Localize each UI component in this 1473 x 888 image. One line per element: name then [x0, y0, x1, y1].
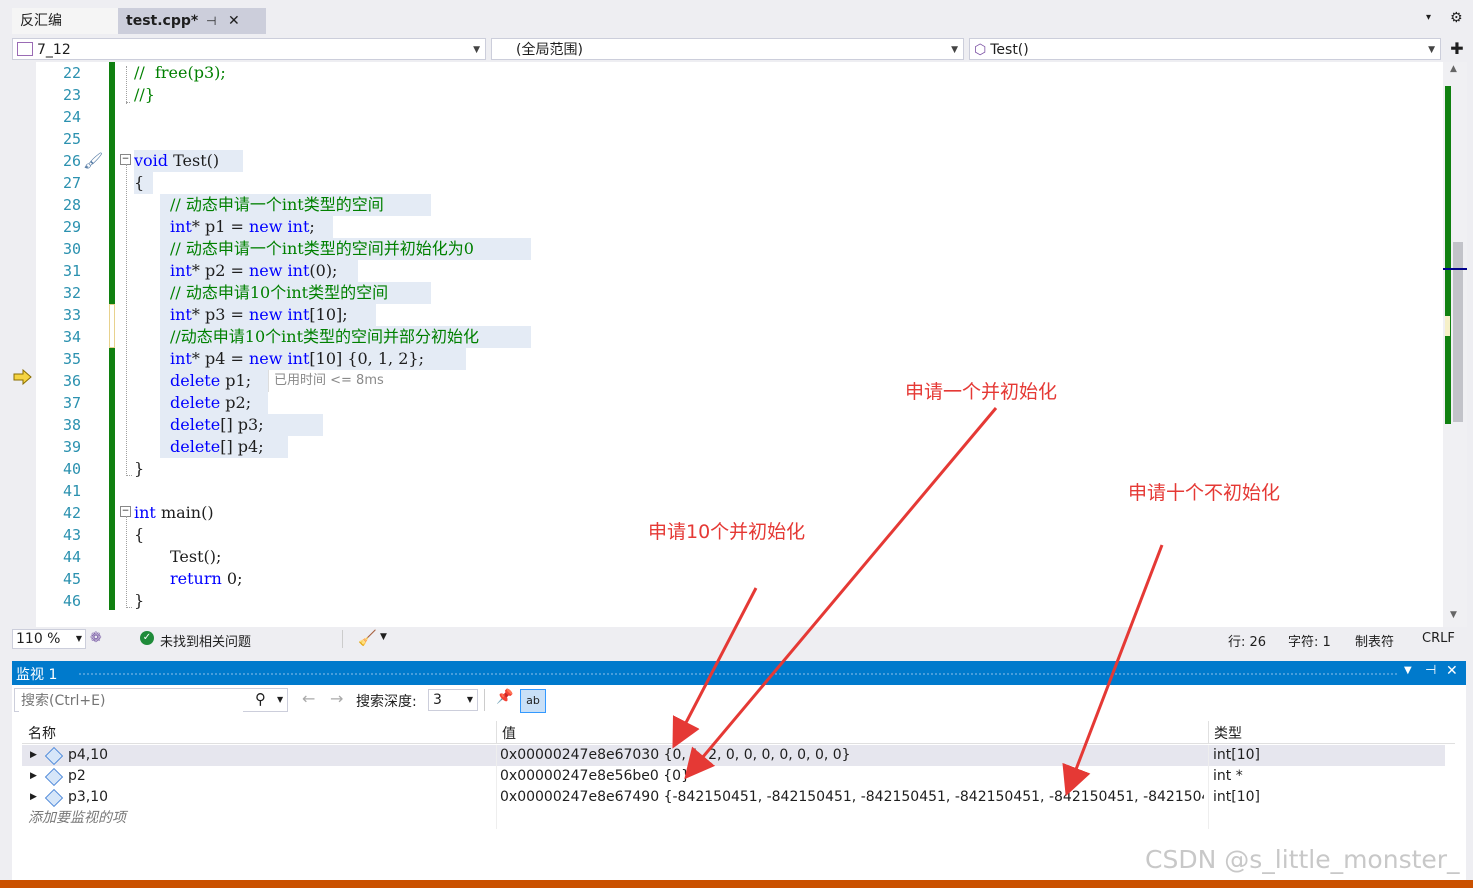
annotation-alloc-ten-uninit: 申请十个不初始化	[1128, 482, 1281, 504]
annotation-arrows	[672, 407, 1164, 797]
annotation-alloc-one-init: 申请一个并初始化	[905, 381, 1058, 403]
watermark: CSDN @s_little_monster_	[1145, 845, 1460, 874]
arrow-to-p4	[672, 587, 758, 749]
annotation-alloc-ten-init: 申请10个并初始化	[648, 521, 806, 543]
arrow-to-p2	[684, 407, 998, 780]
arrow-to-p3	[1062, 544, 1164, 797]
